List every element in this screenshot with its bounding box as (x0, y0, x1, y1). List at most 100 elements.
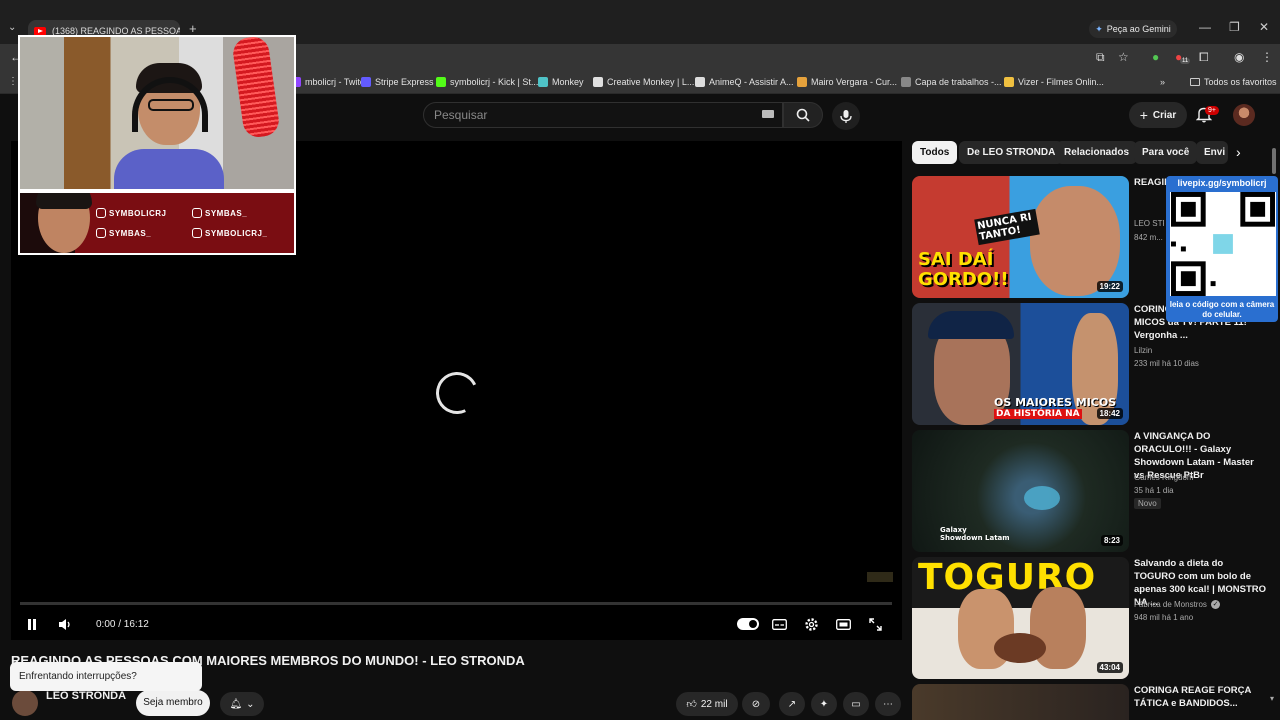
minimize-icon[interactable]: — (1199, 20, 1211, 34)
extensions-icon[interactable]: ⧠ (1199, 50, 1209, 65)
thumb-text: OS MAIORES MICOS (994, 396, 1117, 409)
bookmark-favicon-icon (901, 77, 911, 87)
new-tab-button[interactable]: + (189, 21, 197, 36)
more-actions-button[interactable]: ⋯ (875, 692, 901, 716)
bookmark-item[interactable]: AnimeQ - Assistir A... (695, 77, 794, 87)
all-bookmarks[interactable]: Todos os favoritos (1190, 77, 1277, 87)
progress-bar[interactable] (20, 602, 892, 605)
video-thumbnail[interactable]: SAI DAÍ GORDO!! NUNCA RI TANTO! 19:22 (912, 176, 1129, 298)
qr-caption: leia o código com a câmera do celular. (1169, 300, 1275, 319)
bookmark-favicon-icon (797, 77, 807, 87)
extension-badge: 11 (1180, 58, 1191, 64)
pause-button[interactable] (23, 616, 41, 632)
verified-icon: ✓ (1211, 600, 1220, 609)
restore-icon[interactable]: ❐ (1229, 20, 1240, 34)
chip-enviados[interactable]: Envi (1196, 141, 1228, 164)
keyboard-icon[interactable] (762, 110, 774, 118)
menu-dots-icon[interactable]: ⋮ (1261, 50, 1273, 64)
folder-icon (1190, 78, 1200, 86)
video-thumbnail[interactable]: TOGURO 43:04 (912, 557, 1129, 679)
chip-para-voce[interactable]: Para você (1134, 141, 1198, 164)
join-button[interactable]: Seja membro (136, 690, 210, 716)
video-channel[interactable]: Lilzin (1134, 346, 1152, 355)
search-button[interactable] (783, 102, 823, 128)
video-channel[interactable]: Fábrica de Monstros (1134, 600, 1207, 609)
bookmark-label: AnimeQ - Assistir A... (709, 77, 794, 87)
autoplay-toggle[interactable] (737, 618, 759, 630)
more-bookmarks-icon[interactable]: » (1160, 77, 1165, 87)
volume-button[interactable] (56, 616, 74, 632)
instagram-icon (192, 228, 202, 238)
like-count: 22 mil (700, 698, 728, 710)
video-thumbnail[interactable]: Galaxy Showdown Latam 8:23 (912, 430, 1129, 552)
bookmark-item[interactable]: Creative Monkey | L... (593, 77, 694, 87)
profile-icon[interactable]: ◉ (1234, 50, 1244, 64)
save-button[interactable]: ▭ (843, 692, 869, 716)
tab-list-icon[interactable]: ⌄ (8, 22, 16, 33)
like-button[interactable]: 👍︎ 22 mil (676, 692, 738, 716)
close-window-icon[interactable]: ✕ (1259, 20, 1269, 34)
video-title-link[interactable]: CORINGA REAGE FORÇA TÁTICA e BANDIDOS... (1134, 684, 1266, 720)
save-icon: ▭ (851, 698, 861, 710)
all-bookmarks-label: Todos os favoritos (1204, 77, 1277, 87)
video-thumbnail[interactable] (912, 684, 1129, 720)
tiktok-handle: SYMBAS_ (192, 208, 247, 218)
dislike-button[interactable]: ⊘ (742, 692, 770, 716)
search-placeholder: Pesquisar (434, 108, 488, 122)
bookmark-item[interactable]: Monkey (538, 77, 584, 87)
duration-badge: 8:23 (1100, 535, 1123, 546)
extension-green-icon[interactable]: ● (1152, 50, 1159, 64)
duration-badge: 19:22 (1096, 281, 1123, 292)
chip-de-leo-stronda[interactable]: De LEO STRONDA (959, 141, 1064, 164)
video-meta: 35 há 1 dia (1134, 486, 1174, 495)
video-channel[interactable]: Games Kingdom (1134, 473, 1194, 482)
microphone-image (231, 37, 281, 140)
bookmark-item[interactable]: Stripe Express (361, 77, 434, 87)
theater-mode-button[interactable] (834, 616, 852, 632)
thumbs-up-icon: 👍︎ (686, 699, 697, 710)
volume-icon (59, 618, 70, 630)
sidebar-scrollbar[interactable] (1272, 148, 1276, 174)
interruptions-toast[interactable]: Enfrentando interrupções? (10, 662, 202, 691)
sparkle-button[interactable]: ✦ (811, 692, 837, 716)
share-button[interactable]: ↗ (779, 692, 805, 716)
social-overlay: SYMBOLICRJ SYMBAS_ SYMBAS_ SYMBOLICRJ_ (18, 191, 296, 255)
channel-watermark[interactable] (867, 572, 893, 582)
user-avatar[interactable] (1233, 104, 1255, 126)
qr-url: livepix.gg/symbolicrj (1177, 178, 1267, 188)
bookmark-favicon-icon (1004, 77, 1014, 87)
channel-avatar[interactable] (12, 690, 38, 716)
voice-search-button[interactable] (832, 102, 860, 130)
subtitles-button[interactable] (770, 616, 788, 632)
notification-badge: 9+ (1205, 106, 1219, 115)
sparkle-icon: ✦ (819, 698, 829, 710)
fullscreen-icon (868, 617, 882, 631)
bookmark-item[interactable]: symbolicrj - Kick | St... (436, 77, 538, 87)
subtitles-icon (771, 618, 787, 630)
cast-icon[interactable]: ⧉ (1096, 50, 1105, 65)
channel-name[interactable]: LEO STRONDA (46, 690, 126, 702)
video-thumbnail[interactable]: OS MAIORES MICOS DA HISTÓRIA NA 18:42 (912, 303, 1129, 425)
bookmark-star-icon[interactable]: ☆ (1118, 50, 1129, 64)
search-icon (796, 108, 810, 122)
scroll-down-icon[interactable]: ▾ (1270, 694, 1274, 703)
video-channel[interactable]: LEO STR... (1134, 219, 1164, 228)
subscribed-button[interactable]: 🔔︎ ⌄ (220, 692, 264, 716)
thumbs-down-icon: ⊘ (751, 698, 761, 710)
chip-todos[interactable]: Todos (912, 141, 958, 164)
bookmark-label: symbolicrj - Kick | St... (450, 77, 539, 87)
bookmark-item[interactable]: mbolicrj - Twitch (291, 77, 369, 87)
settings-button[interactable] (802, 616, 820, 632)
thumb-text: DA HISTÓRIA NA (994, 409, 1082, 419)
video-title-link[interactable]: REAGINDO ... MAIS E... ESPORT... (1134, 176, 1166, 189)
chip-relacionados[interactable]: Relacionados (1056, 141, 1138, 164)
create-button[interactable]: + Criar (1129, 102, 1187, 128)
gemini-button[interactable]: ✦ Peça ao Gemini (1089, 20, 1177, 38)
bookmark-item[interactable]: Vizer - Filmes Onlin... (1004, 77, 1104, 87)
bookmark-label: Creative Monkey | L... (607, 77, 695, 87)
bookmark-item[interactable]: Mairo Vergara - Cur... (797, 77, 897, 87)
fullscreen-button[interactable] (866, 616, 884, 632)
bookmark-item[interactable]: Capa de trabalhos -... (901, 77, 1002, 87)
gear-icon (804, 617, 818, 631)
chevron-right-icon[interactable]: › (1236, 144, 1241, 160)
